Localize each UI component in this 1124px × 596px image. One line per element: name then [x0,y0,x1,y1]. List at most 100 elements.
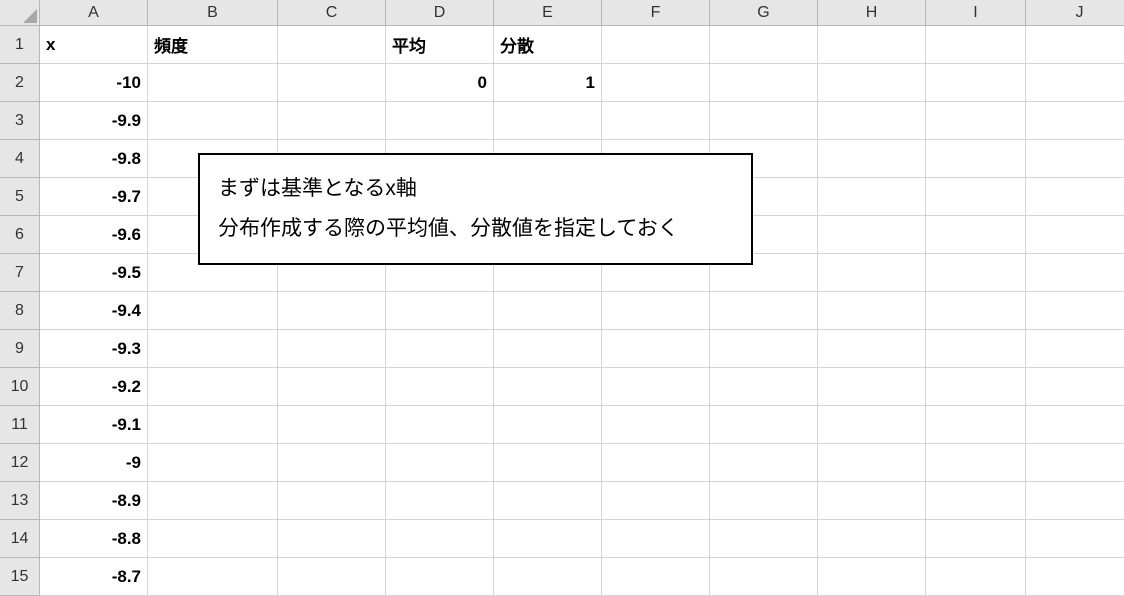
cell-B11[interactable] [148,406,278,444]
col-header-B[interactable]: B [148,0,278,26]
cell-H5[interactable] [818,178,926,216]
col-header-A[interactable]: A [40,0,148,26]
col-header-D[interactable]: D [386,0,494,26]
cell-F10[interactable] [602,368,710,406]
cell-E9[interactable] [494,330,602,368]
cell-H11[interactable] [818,406,926,444]
cell-H7[interactable] [818,254,926,292]
col-header-C[interactable]: C [278,0,386,26]
cell-C15[interactable] [278,558,386,596]
cell-B9[interactable] [148,330,278,368]
cell-B13[interactable] [148,482,278,520]
cell-E15[interactable] [494,558,602,596]
row-header-12[interactable]: 12 [0,444,40,482]
cell-A1[interactable]: x [40,26,148,64]
cell-G12[interactable] [710,444,818,482]
cell-C13[interactable] [278,482,386,520]
cell-I7[interactable] [926,254,1026,292]
annotation-textbox[interactable]: まずは基準となるx軸 分布作成する際の平均値、分散値を指定しておく [198,153,753,265]
cell-I8[interactable] [926,292,1026,330]
col-header-G[interactable]: G [710,0,818,26]
cell-F14[interactable] [602,520,710,558]
cell-H12[interactable] [818,444,926,482]
cell-G3[interactable] [710,102,818,140]
cell-D8[interactable] [386,292,494,330]
cell-J8[interactable] [1026,292,1124,330]
cell-A15[interactable]: -8.7 [40,558,148,596]
cell-H3[interactable] [818,102,926,140]
cell-H13[interactable] [818,482,926,520]
cell-I6[interactable] [926,216,1026,254]
cell-H4[interactable] [818,140,926,178]
cell-E13[interactable] [494,482,602,520]
cell-I5[interactable] [926,178,1026,216]
col-header-H[interactable]: H [818,0,926,26]
cell-F15[interactable] [602,558,710,596]
cell-A2[interactable]: -10 [40,64,148,102]
cell-A12[interactable]: -9 [40,444,148,482]
cell-H6[interactable] [818,216,926,254]
cell-I4[interactable] [926,140,1026,178]
select-all-corner[interactable] [0,0,40,26]
cell-J5[interactable] [1026,178,1124,216]
cell-A3[interactable]: -9.9 [40,102,148,140]
cell-A4[interactable]: -9.8 [40,140,148,178]
cell-G8[interactable] [710,292,818,330]
cell-F8[interactable] [602,292,710,330]
row-header-9[interactable]: 9 [0,330,40,368]
cell-I12[interactable] [926,444,1026,482]
cell-C3[interactable] [278,102,386,140]
cell-C11[interactable] [278,406,386,444]
cell-J15[interactable] [1026,558,1124,596]
cell-I11[interactable] [926,406,1026,444]
cell-G15[interactable] [710,558,818,596]
cell-D10[interactable] [386,368,494,406]
cell-B15[interactable] [148,558,278,596]
cell-C2[interactable] [278,64,386,102]
cell-H10[interactable] [818,368,926,406]
cell-H14[interactable] [818,520,926,558]
cell-A7[interactable]: -9.5 [40,254,148,292]
cell-A9[interactable]: -9.3 [40,330,148,368]
cell-F9[interactable] [602,330,710,368]
row-header-7[interactable]: 7 [0,254,40,292]
cell-G9[interactable] [710,330,818,368]
cell-D11[interactable] [386,406,494,444]
cell-J9[interactable] [1026,330,1124,368]
cell-E1[interactable]: 分散 [494,26,602,64]
cell-G14[interactable] [710,520,818,558]
cell-I14[interactable] [926,520,1026,558]
row-header-15[interactable]: 15 [0,558,40,596]
row-header-14[interactable]: 14 [0,520,40,558]
cell-F13[interactable] [602,482,710,520]
cell-J4[interactable] [1026,140,1124,178]
cell-E10[interactable] [494,368,602,406]
cell-I13[interactable] [926,482,1026,520]
cell-D15[interactable] [386,558,494,596]
cell-C9[interactable] [278,330,386,368]
cell-F11[interactable] [602,406,710,444]
cell-C8[interactable] [278,292,386,330]
cell-D13[interactable] [386,482,494,520]
cell-I15[interactable] [926,558,1026,596]
cell-J13[interactable] [1026,482,1124,520]
col-header-J[interactable]: J [1026,0,1124,26]
cell-G10[interactable] [710,368,818,406]
cell-J3[interactable] [1026,102,1124,140]
cell-J11[interactable] [1026,406,1124,444]
cell-C1[interactable] [278,26,386,64]
cell-H9[interactable] [818,330,926,368]
col-header-E[interactable]: E [494,0,602,26]
cell-A11[interactable]: -9.1 [40,406,148,444]
cell-G2[interactable] [710,64,818,102]
cell-D12[interactable] [386,444,494,482]
cell-D14[interactable] [386,520,494,558]
cell-J12[interactable] [1026,444,1124,482]
row-header-2[interactable]: 2 [0,64,40,102]
cell-A13[interactable]: -8.9 [40,482,148,520]
cell-G1[interactable] [710,26,818,64]
cell-E12[interactable] [494,444,602,482]
row-header-3[interactable]: 3 [0,102,40,140]
cell-E8[interactable] [494,292,602,330]
cell-I2[interactable] [926,64,1026,102]
